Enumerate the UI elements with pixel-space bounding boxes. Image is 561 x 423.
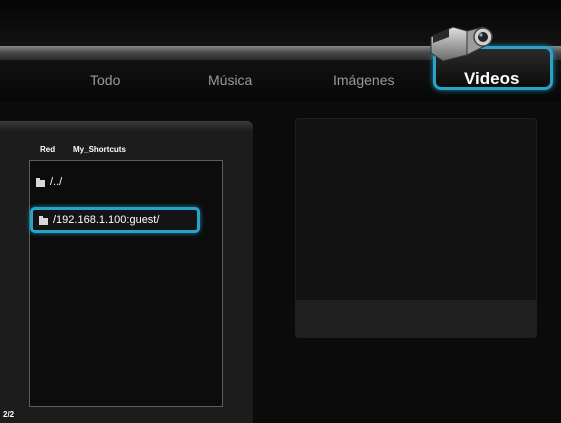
file-list: [29, 160, 223, 407]
tab-imagenes[interactable]: Imágenes: [333, 72, 394, 88]
list-item-label: /../: [50, 176, 63, 188]
camcorder-icon: [430, 26, 493, 62]
tab-videos-label: Videos: [464, 69, 520, 88]
page-indicator: 2/2: [3, 410, 15, 419]
browser-panel-header: [0, 121, 253, 131]
folder-icon: [36, 177, 45, 187]
list-item-selected[interactable]: /192.168.1.100:guest/: [30, 207, 200, 233]
folder-icon: [39, 215, 48, 225]
media-player-screen: Todo Música Imágenes Videos Red My_Short…: [0, 0, 561, 423]
preview-info-bar: [295, 300, 537, 338]
breadcrumb-root[interactable]: Red: [40, 145, 55, 154]
tab-musica[interactable]: Música: [208, 72, 252, 88]
list-item-parent[interactable]: /../: [36, 176, 62, 188]
tab-todo[interactable]: Todo: [90, 72, 120, 88]
breadcrumb-current[interactable]: My_Shortcuts: [73, 145, 126, 154]
list-item-label: /192.168.1.100:guest/: [53, 214, 160, 226]
